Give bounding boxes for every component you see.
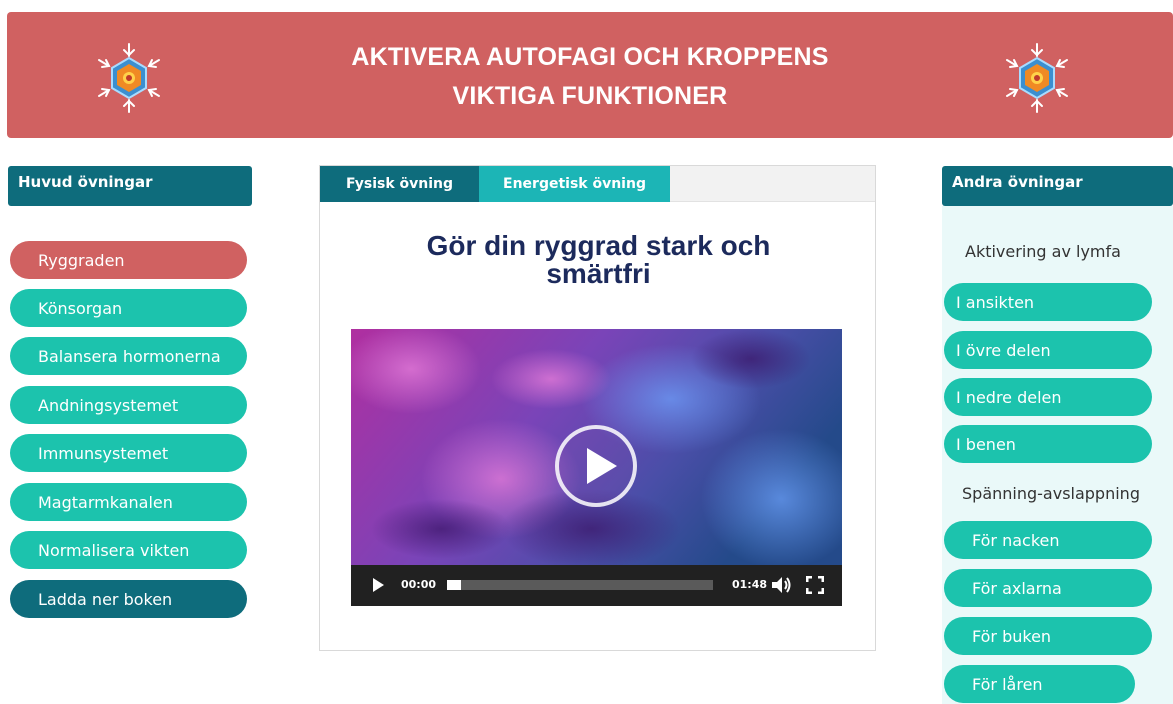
volume-icon[interactable] xyxy=(771,576,793,594)
sidebar-item-i-nedre-delen[interactable]: I nedre delen xyxy=(944,378,1152,416)
banner-title: AKTIVERA AUTOFAGI OCH KROPPENS VIKTIGA F… xyxy=(7,38,1173,116)
sidebar-item-for-laren[interactable]: För låren xyxy=(944,665,1135,703)
page-title-line2: smärtfri xyxy=(546,258,651,289)
tab-fysisk-ovning[interactable]: Fysisk övning xyxy=(320,166,479,202)
sidebar-item-ryggraden[interactable]: Ryggraden xyxy=(10,241,247,279)
sidebar-item-andningsystemet[interactable]: Andningsystemet xyxy=(10,386,247,424)
page-title: Gör din ryggrad stark och smärtfri xyxy=(320,232,877,288)
sidebar-item-magtarmkanalen[interactable]: Magtarmkanalen xyxy=(10,483,247,521)
banner-title-line2: VIKTIGA FUNKTIONER xyxy=(452,82,728,110)
sidebar-item-i-ansikten[interactable]: I ansikten xyxy=(944,283,1152,321)
sidebar-item-i-benen[interactable]: I benen xyxy=(944,425,1152,463)
duration-time: 01:48 xyxy=(732,578,768,591)
left-sidebar-header: Huvud övningar xyxy=(8,166,252,206)
video-controls: 00:00 01:48 xyxy=(351,565,842,606)
sidebar-item-normalisera-vikten[interactable]: Normalisera vikten xyxy=(10,531,247,569)
sidebar-item-immunsystemet[interactable]: Immunsystemet xyxy=(10,434,247,472)
sidebar-item-for-buken[interactable]: För buken xyxy=(944,617,1152,655)
right-sidebar-header: Andra övningar xyxy=(942,166,1173,206)
section-label-spanning: Spänning-avslappning xyxy=(962,484,1140,503)
sidebar-item-balansera-hormonerna[interactable]: Balansera hormonerna xyxy=(10,337,247,375)
video-progress-bar[interactable] xyxy=(447,580,713,590)
header-banner: AKTIVERA AUTOFAGI OCH KROPPENS VIKTIGA F… xyxy=(7,12,1173,138)
snowflake-hexagon-logo-icon xyxy=(1006,43,1068,113)
play-overlay-button[interactable] xyxy=(555,425,637,507)
sidebar-item-i-ovre-delen[interactable]: I övre delen xyxy=(944,331,1152,369)
download-book-button[interactable]: Ladda ner boken xyxy=(10,580,247,618)
play-button[interactable] xyxy=(373,578,384,592)
fullscreen-icon[interactable] xyxy=(806,576,824,594)
video-player[interactable]: 00:00 01:48 xyxy=(351,329,842,606)
banner-title-line1: AKTIVERA AUTOFAGI OCH KROPPENS xyxy=(351,43,829,71)
sidebar-item-for-nacken[interactable]: För nacken xyxy=(944,521,1152,559)
video-progress-fill xyxy=(447,580,461,590)
sidebar-item-for-axlarna[interactable]: För axlarna xyxy=(944,569,1152,607)
page-title-line1: Gör din ryggrad stark och xyxy=(426,230,771,261)
sidebar-item-konsorgan[interactable]: Könsorgan xyxy=(10,289,247,327)
tab-energetisk-ovning[interactable]: Energetisk övning xyxy=(479,166,670,202)
exercise-tabs: Fysisk övning Energetisk övning xyxy=(320,166,875,202)
section-label-lymfa: Aktivering av lymfa xyxy=(965,242,1121,261)
current-time: 00:00 xyxy=(401,578,437,591)
play-icon xyxy=(587,448,617,484)
